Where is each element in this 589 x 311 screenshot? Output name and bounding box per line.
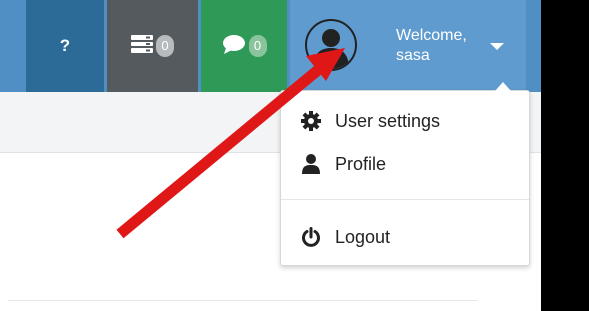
- user-icon: [299, 154, 323, 174]
- chat-bubble-icon: [222, 34, 246, 59]
- menu-item-profile[interactable]: Profile: [281, 146, 529, 182]
- welcome-text: Welcome,: [396, 27, 467, 44]
- screen-edge: [541, 0, 589, 311]
- user-menu-toggle[interactable]: Welcome, sasa: [290, 0, 526, 92]
- chat-count-badge: 0: [248, 35, 267, 57]
- gear-icon: [299, 111, 323, 131]
- messages-count-badge: 0: [156, 35, 174, 57]
- user-silhouette-icon: [313, 29, 349, 69]
- avatar[interactable]: [305, 19, 357, 71]
- help-button[interactable]: ?: [26, 0, 104, 92]
- messages-button[interactable]: 0: [107, 0, 198, 92]
- chat-button[interactable]: 0: [201, 0, 287, 92]
- server-list-icon: [131, 34, 153, 58]
- menu-item-label: Profile: [335, 153, 387, 174]
- chevron-down-icon: [490, 43, 504, 50]
- power-icon: [299, 227, 323, 247]
- menu-divider: [281, 199, 529, 200]
- menu-item-logout[interactable]: Logout: [281, 219, 529, 255]
- menu-item-label: User settings: [335, 110, 441, 131]
- menu-item-label: Logout: [335, 226, 391, 247]
- dropdown-pointer: [495, 82, 511, 91]
- username: sasa: [396, 47, 430, 64]
- content-divider: [8, 300, 478, 301]
- user-dropdown-menu: User settings Profile Logout: [280, 82, 530, 266]
- help-label: ?: [59, 36, 71, 55]
- menu-item-user-settings[interactable]: User settings: [281, 103, 529, 139]
- user-greeting: Welcome, sasa: [396, 26, 467, 66]
